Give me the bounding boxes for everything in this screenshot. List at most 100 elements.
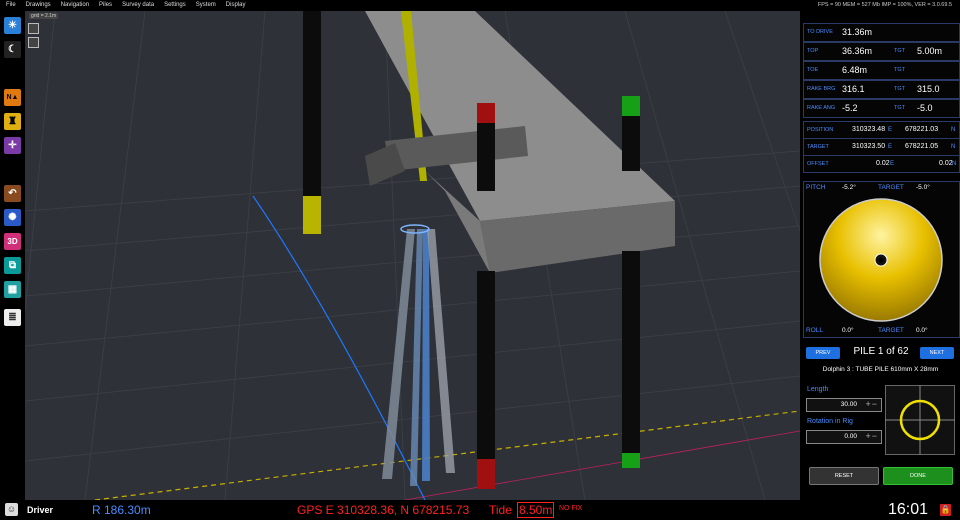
- toe-value: 6.48m: [842, 65, 868, 75]
- 3d-viewport[interactable]: grid = 2.1m: [25, 11, 800, 500]
- gps-readout: GPS E 310328.36, N 678215.73: [297, 503, 470, 517]
- pile-raked: [427, 229, 455, 473]
- menu-display[interactable]: Display: [226, 0, 246, 11]
- level-bubble: [819, 198, 943, 322]
- pile-rotation-diagram: [885, 385, 955, 455]
- reset-button[interactable]: RESET: [809, 467, 879, 485]
- rig-leg-cap: [622, 96, 640, 116]
- tide-value: 8.50m: [517, 502, 555, 518]
- offset-northing: 0.02: [939, 160, 953, 167]
- rig-leg: [477, 121, 495, 191]
- roll-label: ROLL: [806, 327, 823, 334]
- table-icon[interactable]: ▦: [4, 281, 21, 298]
- status-line: FPS = 90 MEM = 527 Mb IMP = 100%, VER = …: [817, 2, 952, 8]
- pile-guidance-panel: TO DRIVE 31.36m TOP 36.36m TGT 5.00m TOE…: [801, 11, 960, 500]
- target-row: TARGET 310323.50 E 678221.05 N: [803, 138, 960, 156]
- lock-icon[interactable]: 🔒: [940, 504, 951, 516]
- done-button[interactable]: DONE: [883, 467, 953, 485]
- menu-navigation[interactable]: Navigation: [61, 0, 89, 11]
- target-label: TARGET: [807, 144, 829, 150]
- top-value: 36.36m: [842, 46, 873, 56]
- rig-leg: [477, 271, 495, 461]
- rig-leg-foot: [622, 453, 640, 468]
- menu-bar: File Drawings Navigation Piles Survey da…: [0, 0, 960, 11]
- rig-leg: [622, 251, 640, 456]
- rake-bearing-label: RAKE BRG: [807, 86, 836, 92]
- rake-bearing-target-label: TGT: [894, 86, 905, 92]
- rig-leg: [622, 114, 640, 171]
- offset-easting: 0.02: [876, 160, 890, 167]
- notepad-icon[interactable]: ≣: [4, 309, 21, 326]
- pile-current: [422, 229, 430, 481]
- pile-raked: [382, 229, 415, 479]
- northing-unit: N: [952, 161, 957, 167]
- target-northing: 678221.05: [905, 143, 939, 150]
- pitch-target-label: TARGET: [878, 184, 904, 191]
- top-row: TOP 36.36m TGT 5.00m: [803, 42, 960, 61]
- rotation-stepper[interactable]: +−: [865, 431, 878, 441]
- rig-icon[interactable]: ♜: [4, 113, 21, 130]
- view-toggle-button[interactable]: [28, 37, 39, 48]
- rake-angle-target-value: -5.0: [917, 103, 933, 113]
- view-toggle-button[interactable]: [28, 23, 39, 34]
- position-northing: 678221.03: [905, 126, 939, 133]
- toe-row: TOE 6.48m TGT: [803, 61, 960, 80]
- menu-drawings[interactable]: Drawings: [26, 0, 51, 11]
- menu-file[interactable]: File: [6, 0, 16, 11]
- roll-target-value: 0.0°: [916, 327, 928, 334]
- easting-unit: E: [890, 161, 895, 167]
- scene-canvas: [25, 11, 800, 500]
- driver-avatar-icon[interactable]: ☺: [5, 503, 18, 516]
- menu: File Drawings Navigation Piles Survey da…: [6, 0, 245, 11]
- rotation-field[interactable]: 0.00 +−: [806, 430, 882, 444]
- crosshair-icon[interactable]: ✛: [4, 137, 21, 154]
- pile-raked: [410, 229, 423, 486]
- rake-bearing-target-value: 315.0: [917, 84, 940, 94]
- position-row: POSITION 310323.48 E 678221.03 N: [803, 121, 960, 139]
- rake-angle-label: RAKE ANG: [807, 105, 836, 111]
- role-label: Driver: [27, 505, 54, 515]
- position-label: POSITION: [807, 127, 834, 133]
- menu-piles[interactable]: Piles: [99, 0, 112, 11]
- length-value: 30.00: [840, 401, 857, 408]
- moon-icon[interactable]: ☾: [4, 41, 21, 58]
- settings-wheel-icon[interactable]: ✺: [4, 209, 21, 226]
- rotation-value: 0.00: [844, 433, 857, 440]
- menu-system[interactable]: System: [196, 0, 216, 11]
- easting-unit: E: [888, 127, 893, 133]
- to-drive-value: 31.36m: [842, 27, 873, 37]
- pile-title: PILE 1 of 62: [853, 346, 909, 357]
- menu-survey-data[interactable]: Survey data: [122, 0, 154, 11]
- target-easting: 310323.50: [852, 143, 886, 150]
- north-arrow-icon[interactable]: N▲: [4, 89, 21, 106]
- undo-icon[interactable]: ↶: [4, 185, 21, 202]
- rake-bearing-row: RAKE BRG 316.1 TGT 315.0: [803, 80, 960, 99]
- rake-angle-target-label: TGT: [894, 105, 905, 111]
- prev-pile-button[interactable]: PREV: [806, 347, 840, 359]
- rig-leg-cap: [477, 103, 495, 123]
- range-readout: R 186.30m: [92, 503, 151, 517]
- tide-label: Tide: [489, 503, 512, 517]
- 3d-icon[interactable]: 3D: [4, 233, 21, 250]
- offset-label: OFFSET: [807, 161, 829, 167]
- rake-bearing-value: 316.1: [842, 84, 865, 94]
- rake-angle-value: -5.2: [842, 103, 858, 113]
- toe-label: TOE: [807, 67, 819, 73]
- menu-settings[interactable]: Settings: [164, 0, 186, 11]
- next-pile-button[interactable]: NEXT: [920, 347, 954, 359]
- length-field[interactable]: 30.00 +−: [806, 398, 882, 412]
- rake-angle-row: RAKE ANG -5.2 TGT -5.0: [803, 99, 960, 118]
- grid-scale-label: grid = 2.1m: [29, 13, 59, 19]
- left-toolbar: ☀ ☾ N▲ ♜ ✛ ↶ ✺ 3D ⧉ ▦ ≣: [0, 11, 25, 500]
- top-label: TOP: [807, 48, 819, 54]
- sun-icon[interactable]: ☀: [4, 17, 21, 34]
- status-bar: ☺ Driver R 186.30m GPS E 310328.36, N 67…: [0, 500, 960, 520]
- pitch-label: PITCH: [806, 184, 826, 191]
- to-drive-row: TO DRIVE 31.36m: [803, 23, 960, 42]
- northing-unit: N: [951, 144, 956, 150]
- layers-icon[interactable]: ⧉: [4, 257, 21, 274]
- position-easting: 310323.48: [852, 126, 886, 133]
- easting-unit: E: [888, 144, 893, 150]
- rig-leg-foot: [303, 196, 321, 234]
- length-stepper[interactable]: +−: [865, 399, 878, 409]
